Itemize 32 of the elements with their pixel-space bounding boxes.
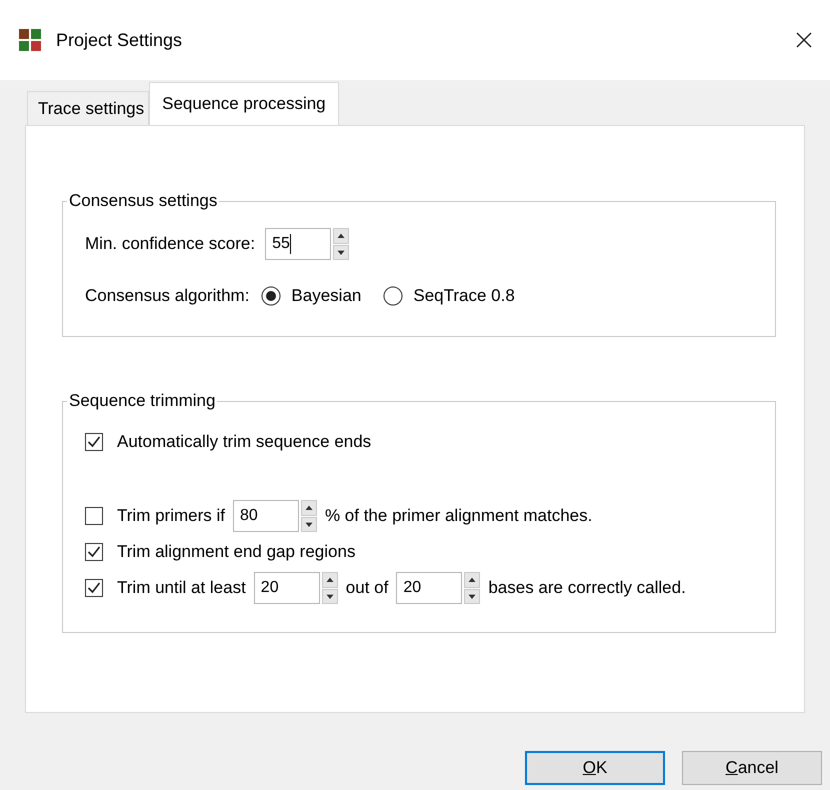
tab[interactable]: Sequence processing — [149, 82, 339, 125]
number-field[interactable]: 55 — [265, 228, 332, 260]
checkbox[interactable] — [85, 507, 103, 525]
option-label: Trim primers if — [117, 506, 225, 526]
spin-arrows-icon[interactable] — [464, 572, 480, 604]
option-label: Trim alignment end gap regions — [117, 542, 356, 562]
cancel-button[interactable]: Cancel — [682, 751, 822, 785]
number-field[interactable]: 80 — [232, 500, 299, 532]
radio-button[interactable] — [383, 286, 404, 306]
field-label: Consensus algorithm: — [85, 286, 250, 306]
option-label: Trim until at least — [117, 578, 246, 598]
spin-arrows-icon[interactable] — [322, 572, 338, 604]
option-label[interactable]: Bayesian — [291, 286, 362, 306]
checked-checkbox[interactable] — [85, 579, 103, 597]
option-label: Automatically trim sequence ends — [117, 432, 372, 452]
option-label: out of — [346, 578, 388, 598]
spin-arrows-icon[interactable] — [333, 228, 350, 260]
spin-arrows-icon[interactable] — [300, 500, 317, 532]
window-title: Project Settings — [56, 30, 182, 50]
ok-button[interactable]: OK — [525, 751, 665, 785]
selected-radio-button[interactable] — [261, 286, 282, 306]
close-icon[interactable] — [794, 30, 814, 50]
number-field[interactable]: 20 — [254, 572, 320, 604]
option-label: % of the primer alignment matches. — [324, 506, 592, 526]
number-field[interactable]: 20 — [396, 572, 462, 604]
option-label: bases are correctly called. — [488, 578, 686, 598]
checked-checkbox[interactable] — [85, 543, 103, 561]
option-label[interactable]: SeqTrace 0.8 — [413, 286, 515, 306]
checked-checkbox[interactable] — [85, 433, 103, 451]
app-logo-icon — [18, 28, 42, 52]
tab[interactable]: Trace settings — [27, 91, 150, 125]
field-label: Min. confidence score: — [85, 234, 256, 254]
